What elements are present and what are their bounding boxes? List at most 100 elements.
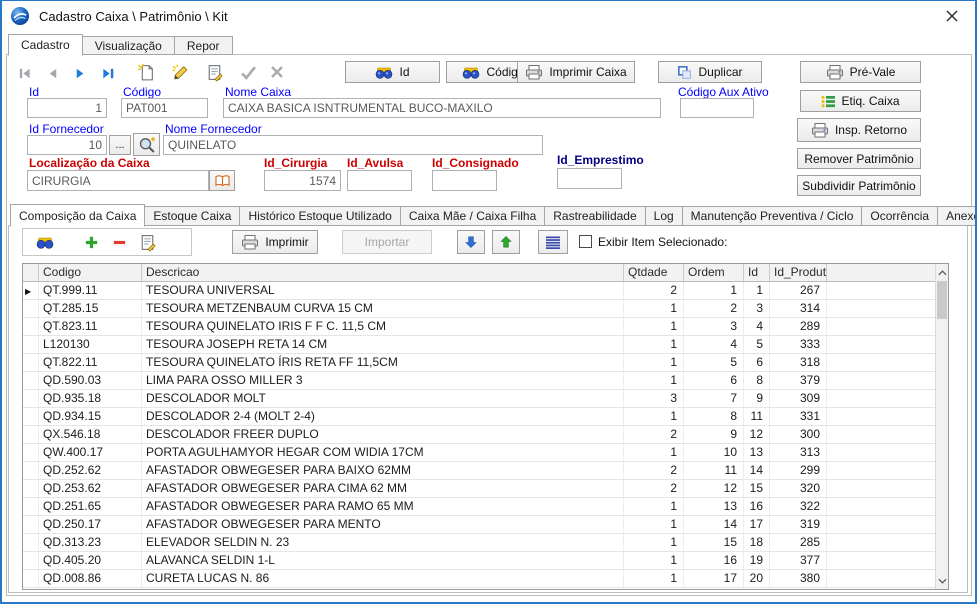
- subdividir-patrimonio-button[interactable]: Subdividir Patrimônio: [797, 175, 921, 196]
- cell-id_produto[interactable]: 289: [770, 318, 827, 335]
- add-item-icon[interactable]: [79, 231, 103, 253]
- nav-next-button[interactable]: [68, 62, 92, 84]
- subtab-estoque-caixa[interactable]: Estoque Caixa: [144, 206, 240, 226]
- cell-id_produto[interactable]: 320: [770, 480, 827, 497]
- cell-id_produto[interactable]: 319: [770, 516, 827, 533]
- id-field[interactable]: [27, 98, 107, 118]
- cell-id_produto[interactable]: 377: [770, 552, 827, 569]
- cell-qtdade[interactable]: 1: [624, 534, 684, 551]
- cell-ordem[interactable]: 1: [684, 282, 744, 299]
- cell-codigo[interactable]: QD.935.18: [39, 390, 142, 407]
- cell-id[interactable]: 5: [744, 336, 770, 353]
- cell-ordem[interactable]: 15: [684, 534, 744, 551]
- column-header[interactable]: Ordem: [684, 264, 744, 281]
- cell-id[interactable]: 9: [744, 390, 770, 407]
- scroll-down-icon[interactable]: [936, 573, 948, 588]
- subtab-caixa-mãe-caixa-filha[interactable]: Caixa Mãe / Caixa Filha: [400, 206, 545, 226]
- imprimir-caixa-button[interactable]: Imprimir Caixa: [517, 61, 635, 83]
- nome-fornecedor-field[interactable]: [163, 135, 543, 155]
- table-row[interactable]: QD.405.20ALAVANCA SELDIN 1-L11619377: [23, 552, 948, 570]
- cell-id_produto[interactable]: 313: [770, 444, 827, 461]
- cell-codigo[interactable]: QT.823.11: [39, 318, 142, 335]
- cell-descricao[interactable]: AFASTADOR OBWEGESER PARA CIMA 62 MM: [142, 480, 624, 497]
- cell-id[interactable]: 4: [744, 318, 770, 335]
- column-header[interactable]: Descricao: [142, 264, 624, 281]
- list-view-button[interactable]: [538, 230, 568, 254]
- imprimir-grid-button[interactable]: Imprimir: [232, 230, 318, 254]
- cell-id[interactable]: 11: [744, 408, 770, 425]
- move-down-button[interactable]: [457, 230, 485, 254]
- table-row[interactable]: QD.250.17AFASTADOR OBWEGESER PARA MENTO1…: [23, 516, 948, 534]
- cell-ordem[interactable]: 7: [684, 390, 744, 407]
- cell-codigo[interactable]: QD.008.86: [39, 570, 142, 587]
- remover-patrimonio-button[interactable]: Remover Patrimônio: [797, 148, 921, 169]
- localizacao-lookup-button[interactable]: [209, 170, 235, 191]
- cell-codigo[interactable]: QT.822.11: [39, 354, 142, 371]
- cell-id_produto[interactable]: 267: [770, 282, 827, 299]
- edit-record-icon[interactable]: [168, 61, 192, 83]
- cell-qtdade[interactable]: 2: [624, 480, 684, 497]
- cell-codigo[interactable]: QD.253.62: [39, 480, 142, 497]
- cell-id[interactable]: 1: [744, 282, 770, 299]
- search-fornecedor-button[interactable]: [133, 133, 160, 156]
- codigo-field[interactable]: [121, 98, 208, 118]
- cell-ordem[interactable]: 12: [684, 480, 744, 497]
- cell-ordem[interactable]: 11: [684, 462, 744, 479]
- cell-ordem[interactable]: 13: [684, 498, 744, 515]
- cell-descricao[interactable]: DESCOLADOR 2-4 (MOLT 2-4): [142, 408, 624, 425]
- subtab-anexo[interactable]: Anexo: [937, 206, 977, 226]
- table-row[interactable]: QD.253.62AFASTADOR OBWEGESER PARA CIMA 6…: [23, 480, 948, 498]
- cell-descricao[interactable]: ALAVANCA SELDIN 1-L: [142, 552, 624, 569]
- cell-codigo[interactable]: QD.313.23: [39, 534, 142, 551]
- tab-cadastro[interactable]: Cadastro: [8, 34, 83, 56]
- cell-codigo[interactable]: QW.400.17: [39, 444, 142, 461]
- column-header[interactable]: Id_Produto: [770, 264, 827, 281]
- insp-retorno-button[interactable]: Insp. Retorno: [797, 118, 921, 142]
- move-up-button[interactable]: [492, 230, 520, 254]
- cell-qtdade[interactable]: 1: [624, 444, 684, 461]
- cell-id_produto[interactable]: 309: [770, 390, 827, 407]
- column-header[interactable]: Codigo: [39, 264, 142, 281]
- cell-codigo[interactable]: QD.250.17: [39, 516, 142, 533]
- cell-ordem[interactable]: 4: [684, 336, 744, 353]
- table-row[interactable]: QD.590.03LIMA PARA OSSO MILLER 3168379: [23, 372, 948, 390]
- cell-codigo[interactable]: QD.252.62: [39, 462, 142, 479]
- cell-ordem[interactable]: 17: [684, 570, 744, 587]
- cell-id[interactable]: 18: [744, 534, 770, 551]
- table-row[interactable]: QD.934.15DESCOLADOR 2-4 (MOLT 2-4)181133…: [23, 408, 948, 426]
- table-row[interactable]: QD.251.65AFASTADOR OBWEGESER PARA RAMO 6…: [23, 498, 948, 516]
- cell-qtdade[interactable]: 1: [624, 498, 684, 515]
- table-row[interactable]: QD.935.18DESCOLADOR MOLT379309: [23, 390, 948, 408]
- cell-codigo[interactable]: QT.999.11: [39, 282, 142, 299]
- id-fornecedor-field[interactable]: [27, 135, 107, 155]
- find-by-id-button[interactable]: Id: [345, 61, 440, 83]
- cancel-icon[interactable]: [265, 61, 289, 83]
- subtab-log[interactable]: Log: [645, 206, 683, 226]
- cell-codigo[interactable]: L120130: [39, 336, 142, 353]
- cell-descricao[interactable]: TESOURA QUINELATO ÍRIS RETA FF 11,5CM: [142, 354, 624, 371]
- cell-codigo[interactable]: QD.590.03: [39, 372, 142, 389]
- cell-id_produto[interactable]: 285: [770, 534, 827, 551]
- tab-repor[interactable]: Repor: [174, 36, 233, 55]
- cell-qtdade[interactable]: 3: [624, 390, 684, 407]
- tab-visualização[interactable]: Visualização: [82, 36, 175, 55]
- cell-qtdade[interactable]: 1: [624, 318, 684, 335]
- cell-id[interactable]: 13: [744, 444, 770, 461]
- cell-id_produto[interactable]: 299: [770, 462, 827, 479]
- pre-vale-button[interactable]: Pré-Vale: [800, 61, 921, 83]
- cell-descricao[interactable]: TESOURA QUINELATO IRIS F F C. 11,5 CM: [142, 318, 624, 335]
- scroll-up-icon[interactable]: [936, 265, 948, 280]
- subtab-ocorrência[interactable]: Ocorrência: [861, 206, 938, 226]
- table-row[interactable]: QT.285.15TESOURA METZENBAUM CURVA 15 CM1…: [23, 300, 948, 318]
- cell-id_produto[interactable]: 380: [770, 570, 827, 587]
- cell-codigo[interactable]: QD.251.65: [39, 498, 142, 515]
- subtab-rastreabilidade[interactable]: Rastreabilidade: [544, 206, 645, 226]
- id-emprestimo-field[interactable]: [557, 168, 622, 189]
- cell-ordem[interactable]: 10: [684, 444, 744, 461]
- id-cirurgia-field[interactable]: [264, 170, 341, 191]
- cell-ordem[interactable]: 6: [684, 372, 744, 389]
- cell-id[interactable]: 14: [744, 462, 770, 479]
- cell-qtdade[interactable]: 1: [624, 354, 684, 371]
- cell-qtdade[interactable]: 2: [624, 282, 684, 299]
- cell-descricao[interactable]: AFASTADOR OBWEGESER PARA MENTO: [142, 516, 624, 533]
